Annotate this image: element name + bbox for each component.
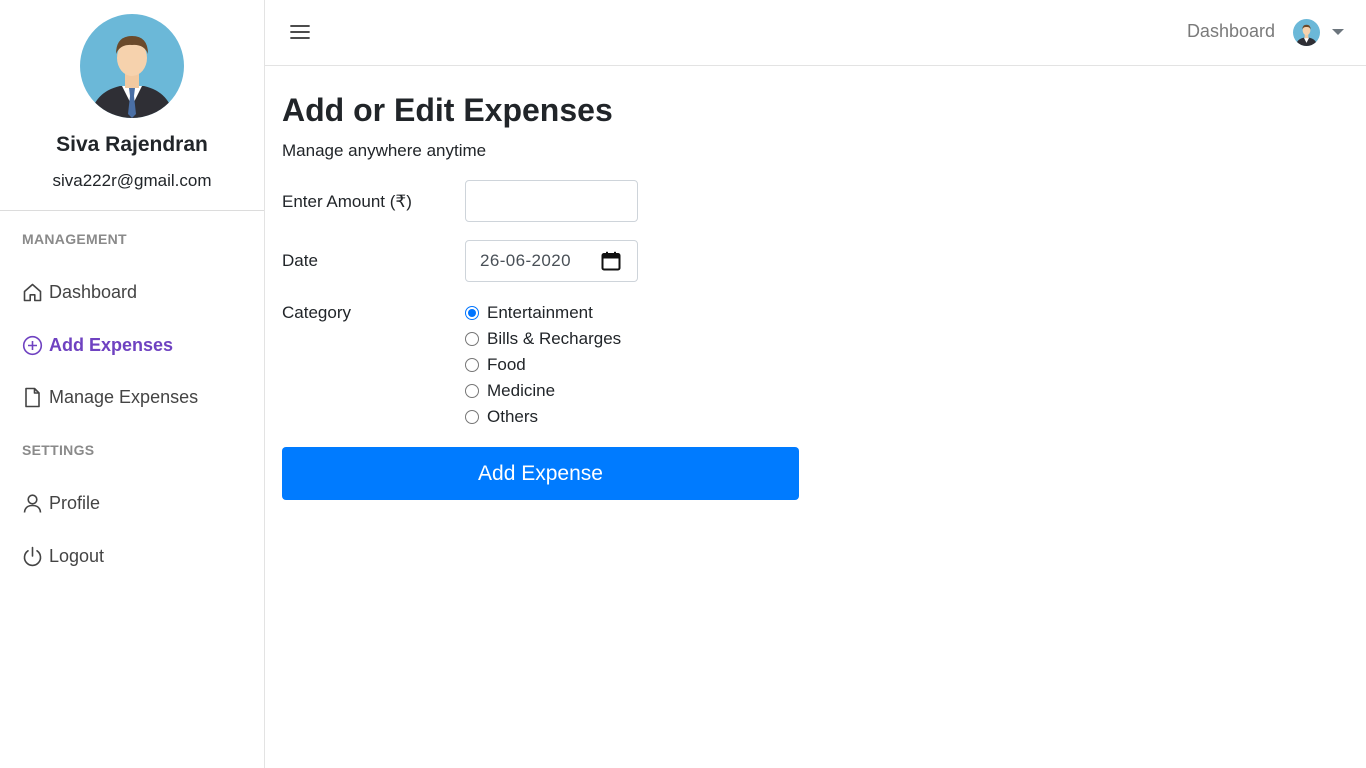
date-label: Date <box>282 251 318 270</box>
radio-label: Entertainment <box>487 303 593 322</box>
sidebar-item-logout[interactable]: Logout <box>22 542 104 570</box>
radio-button[interactable] <box>465 306 479 320</box>
navbar-avatar[interactable] <box>1293 19 1320 46</box>
sidebar-item-manage-expenses[interactable]: Manage Expenses <box>22 383 198 411</box>
category-option-entertainment[interactable]: Entertainment <box>465 302 593 324</box>
section-heading-settings: SETTINGS <box>22 442 95 458</box>
radio-button[interactable] <box>465 410 479 424</box>
sidebar-item-add-expenses[interactable]: Add Expenses <box>22 331 173 359</box>
radio-button[interactable] <box>465 358 479 372</box>
radio-label: Medicine <box>487 381 556 400</box>
amount-input[interactable] <box>465 180 638 222</box>
section-heading-management: MANAGEMENT <box>22 231 127 247</box>
sidebar-item-label: Dashboard <box>49 281 138 302</box>
sidebar-item-dashboard[interactable]: Dashboard <box>22 278 137 306</box>
sidebar-item-profile[interactable]: Profile <box>22 489 100 517</box>
add-expense-button[interactable]: Add Expense <box>282 447 799 500</box>
radio-button[interactable] <box>465 332 479 346</box>
user-email: siva222r@gmail.com <box>52 171 212 190</box>
chevron-down-icon[interactable] <box>1332 29 1344 35</box>
sidebar: Siva Rajendran siva222r@gmail.com MANAGE… <box>0 0 265 768</box>
sidebar-item-label: Logout <box>49 545 105 566</box>
user-name: Siva Rajendran <box>56 133 208 156</box>
home-icon <box>22 282 43 303</box>
navbar-dashboard-link[interactable]: Dashboard <box>1187 21 1275 42</box>
file-icon <box>22 387 43 408</box>
avatar <box>80 14 184 118</box>
hamburger-icon[interactable] <box>289 21 311 43</box>
date-field[interactable]: 26-06-2020 <box>465 240 638 282</box>
amount-label: Enter Amount (₹) <box>282 192 412 211</box>
category-label: Category <box>282 303 351 322</box>
page-title: Add or Edit Expenses <box>282 92 613 128</box>
sidebar-item-label: Profile <box>49 492 101 513</box>
category-option-others[interactable]: Others <box>465 406 538 428</box>
radio-button[interactable] <box>465 384 479 398</box>
radio-label: Others <box>487 407 539 426</box>
user-profile-card: Siva Rajendran siva222r@gmail.com <box>0 0 264 211</box>
category-option-food[interactable]: Food <box>465 354 526 376</box>
sidebar-item-label: Manage Expenses <box>49 386 199 407</box>
power-icon <box>22 546 43 567</box>
category-option-bills-recharges[interactable]: Bills & Recharges <box>465 328 621 350</box>
category-option-medicine[interactable]: Medicine <box>465 380 555 402</box>
radio-label: Food <box>487 355 526 374</box>
sidebar-item-label: Add Expenses <box>49 334 174 355</box>
radio-label: Bills & Recharges <box>487 329 622 348</box>
calendar-icon[interactable] <box>601 251 621 271</box>
date-value: 26-06-2020 <box>480 251 570 270</box>
person-icon <box>22 493 43 514</box>
plus-circle-icon <box>22 335 43 356</box>
page-subtitle: Manage anywhere anytime <box>282 141 487 160</box>
top-navbar: Dashboard <box>265 0 1366 66</box>
